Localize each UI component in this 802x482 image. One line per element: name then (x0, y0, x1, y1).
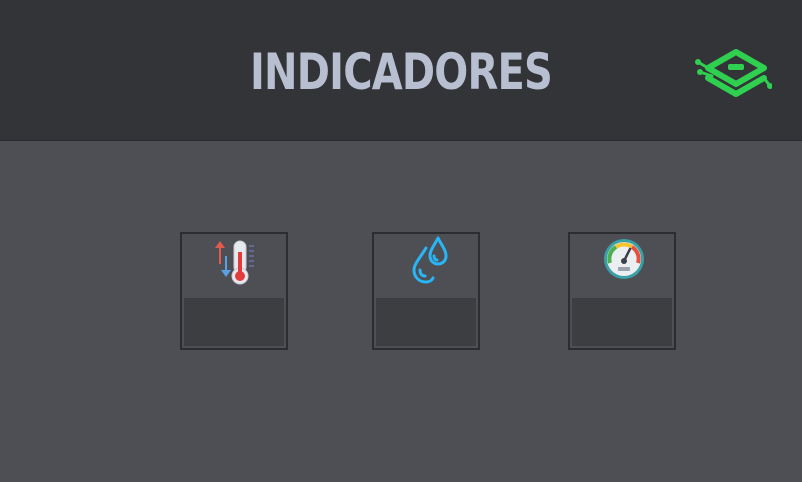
page-title: INDICADORES (249, 43, 553, 101)
thermometer-icon (215, 240, 254, 285)
app-header: INDICADORES (0, 0, 802, 141)
humidity-value (376, 298, 476, 346)
pressure-indicator-card (568, 232, 676, 350)
humidity-drops-icon (412, 236, 448, 284)
pressure-gauge-icon (604, 239, 644, 279)
temperature-indicator-card (180, 232, 288, 350)
temperature-value (184, 298, 284, 346)
humidity-indicator-card (372, 232, 480, 350)
pressure-value (572, 298, 672, 346)
circuit-hexagon-logo-icon (694, 46, 773, 106)
